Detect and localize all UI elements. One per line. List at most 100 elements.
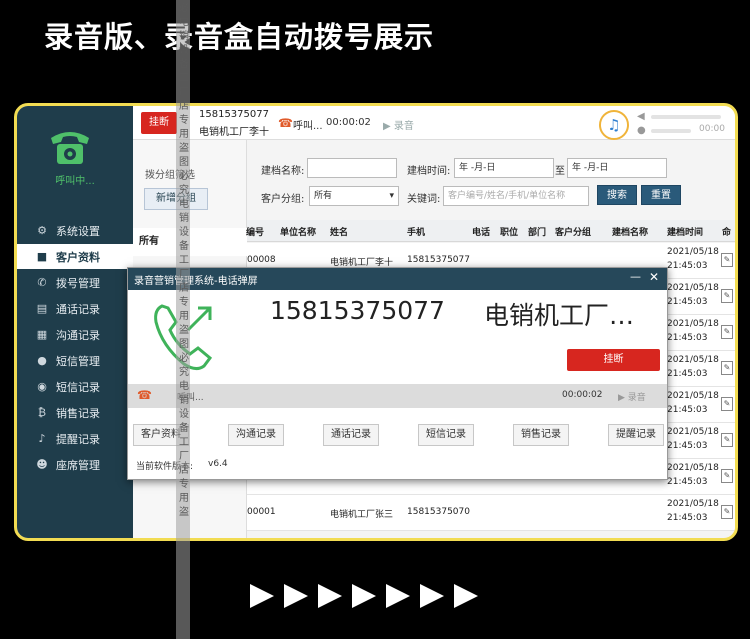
bell-icon: ♪ [38, 431, 46, 445]
edit-icon[interactable]: ✎ [721, 433, 733, 447]
volume-slider[interactable] [651, 115, 721, 119]
close-icon[interactable]: ✕ [649, 270, 659, 284]
popup-caller-name: 电销机工厂… [484, 301, 635, 330]
sidebar-item-customers[interactable]: ■ 客户资料 [17, 244, 133, 269]
cell-date: 2021/05/18 [667, 463, 719, 473]
popup-communication-log-button[interactable]: 沟通记录 [228, 424, 284, 446]
edit-icon[interactable]: ✎ [721, 325, 733, 339]
sidebar-item-sms-log[interactable]: ◉ 短信记录 [17, 374, 133, 399]
sidebar-item-label: 提醒记录 [56, 432, 100, 446]
call-popup-window: 录音营销管理系统-电话弹屏 — ✕ 15815375077 电销机工厂… 挂断 … [127, 267, 668, 480]
keyword-input[interactable]: 客户编号/姓名/手机/单位名称 [443, 186, 589, 206]
phone-icon: ✆ [37, 275, 47, 289]
mic-icon: ● [637, 125, 646, 136]
table-row[interactable]: 00001 电销机工厂张三 15815375070 2021/05/18 21:… [247, 495, 735, 531]
cell-time: 21:45:03 [667, 297, 708, 307]
customer-group-select[interactable]: 所有 ▾ [309, 186, 399, 206]
sidebar-item-settings[interactable]: ⚙ 系统设置 [17, 218, 133, 243]
arrow-right-icon [352, 584, 376, 608]
arrow-right-icon [284, 584, 308, 608]
current-call-name: 电销机工厂李十 [199, 127, 269, 138]
sidebar-item-label: 通话记录 [56, 302, 100, 316]
popup-phone-number: 15815375077 [270, 296, 445, 325]
popup-call-log-button[interactable]: 通话记录 [323, 424, 379, 446]
sidebar: 呼叫中... ⚙ 系统设置 ■ 客户资料 ✆ 拨号管理 ▤ 通话记录 ▦ 沟通记… [17, 106, 133, 538]
popup-sms-log-button[interactable]: 短信记录 [418, 424, 474, 446]
table-header: 编号 单位名称 姓名 手机 电话 职位 部门 客户分组 建档名称 建档时间 命 [246, 220, 735, 242]
column-header[interactable]: 手机 [407, 225, 425, 238]
date-from-input[interactable]: 年 -月-日 [454, 158, 554, 178]
cell-mobile: 15815375070 [407, 507, 470, 517]
arrow-right-icon [454, 584, 478, 608]
edit-icon[interactable]: ✎ [721, 469, 733, 483]
archive-name-label: 建档名称: [261, 166, 305, 177]
edit-icon[interactable]: ✎ [721, 397, 733, 411]
column-header[interactable]: 建档时间 [667, 225, 703, 238]
sidebar-item-communication-log[interactable]: ▦ 沟通记录 [17, 322, 133, 347]
calling-phone-icon: ☎ [137, 388, 152, 402]
sidebar-item-call-log[interactable]: ▤ 通话记录 [17, 296, 133, 321]
file-icon: ▤ [36, 301, 48, 315]
popup-sales-log-button[interactable]: 销售记录 [513, 424, 569, 446]
cell-date: 2021/05/18 [667, 283, 719, 293]
date-to-label: 至 [555, 166, 565, 177]
call-timer: 00:00:02 [326, 117, 371, 128]
reset-button[interactable]: 重置 [641, 185, 681, 205]
popup-record-button[interactable]: ▶ 录音 [618, 390, 646, 403]
sidebar-item-sales-log[interactable]: ₿ 销售记录 [17, 400, 133, 425]
popup-reminder-log-button[interactable]: 提醒记录 [608, 424, 664, 446]
popup-hangup-button[interactable]: 挂断 [567, 349, 660, 371]
column-header[interactable]: 职位 [500, 225, 518, 238]
group-item-all[interactable]: 所有 [133, 228, 247, 256]
edit-icon[interactable]: ✎ [721, 289, 733, 303]
current-call-phone: 15815375077 [199, 109, 269, 120]
cell-time: 21:45:03 [667, 441, 708, 451]
agents-icon: ☻ [36, 457, 48, 471]
minimize-icon[interactable]: — [630, 270, 641, 283]
popup-status-bar: ☎ 呼叫... 00:00:02 ▶ 录音 [128, 384, 667, 408]
message-icon: ● [37, 353, 47, 367]
hangup-button[interactable]: 挂断 [141, 112, 177, 134]
sales-icon: ₿ [37, 405, 47, 419]
chevron-down-icon: ▾ [389, 191, 394, 201]
watermark-text: 必电销设备工厂店专用盗图必究电销设备工厂店专用盗图必究电销设备工厂店专用盗 [179, 3, 189, 518]
cell-name: 电销机工厂张三 [330, 510, 394, 520]
sidebar-item-dialing[interactable]: ✆ 拨号管理 [17, 270, 133, 295]
telephone-icon [51, 132, 89, 164]
version-value: v6.4 [208, 459, 228, 469]
archive-name-input[interactable] [307, 158, 397, 178]
edit-icon[interactable]: ✎ [721, 253, 733, 267]
customer-group-label: 客户分组: [261, 194, 305, 205]
sidebar-item-label: 短信记录 [56, 380, 100, 394]
sidebar-item-label: 沟通记录 [56, 328, 100, 342]
cell-time: 21:45:03 [667, 405, 708, 415]
filter-panel: 建档名称: 建档时间: 年 -月-日 至 年 -月-日 客户分组: 所有 ▾ 关… [247, 140, 735, 220]
edit-icon[interactable]: ✎ [721, 361, 733, 375]
search-button[interactable]: 搜索 [597, 185, 637, 205]
column-header[interactable]: 电话 [472, 225, 490, 238]
message-log-icon: ◉ [37, 379, 47, 393]
popup-call-timer: 00:00:02 [562, 390, 603, 400]
column-header[interactable]: 部门 [528, 225, 546, 238]
gear-icon: ⚙ [37, 223, 47, 237]
calling-status: 呼叫中... [55, 176, 95, 187]
date-to-input[interactable]: 年 -月-日 [567, 158, 667, 178]
sidebar-item-sms-manage[interactable]: ● 短信管理 [17, 348, 133, 373]
cell-time: 21:45:03 [667, 513, 708, 523]
column-header[interactable]: 命 [722, 225, 731, 238]
cell-time: 21:45:03 [667, 369, 708, 379]
mic-time: 00:00 [699, 124, 725, 134]
column-header[interactable]: 姓名 [330, 225, 348, 238]
music-note-icon[interactable]: ♫ [599, 110, 629, 140]
column-header[interactable]: 建档名称 [612, 225, 648, 238]
record-button[interactable]: ▶ 录音 [383, 117, 414, 132]
column-header[interactable]: 单位名称 [280, 225, 316, 238]
sidebar-item-reminder-log[interactable]: ♪ 提醒记录 [17, 426, 133, 451]
sidebar-item-label: 系统设置 [56, 224, 100, 238]
sidebar-item-agents[interactable]: ☻ 座席管理 [17, 452, 133, 477]
edit-icon[interactable]: ✎ [721, 505, 733, 519]
column-header[interactable]: 编号 [246, 225, 264, 238]
call-toolbar: 挂断 15815375077 电销机工厂李十 ☎ 呼叫... 00:00:02 … [133, 106, 735, 140]
column-header[interactable]: 客户分组 [555, 225, 591, 238]
cell-date: 2021/05/18 [667, 355, 719, 365]
